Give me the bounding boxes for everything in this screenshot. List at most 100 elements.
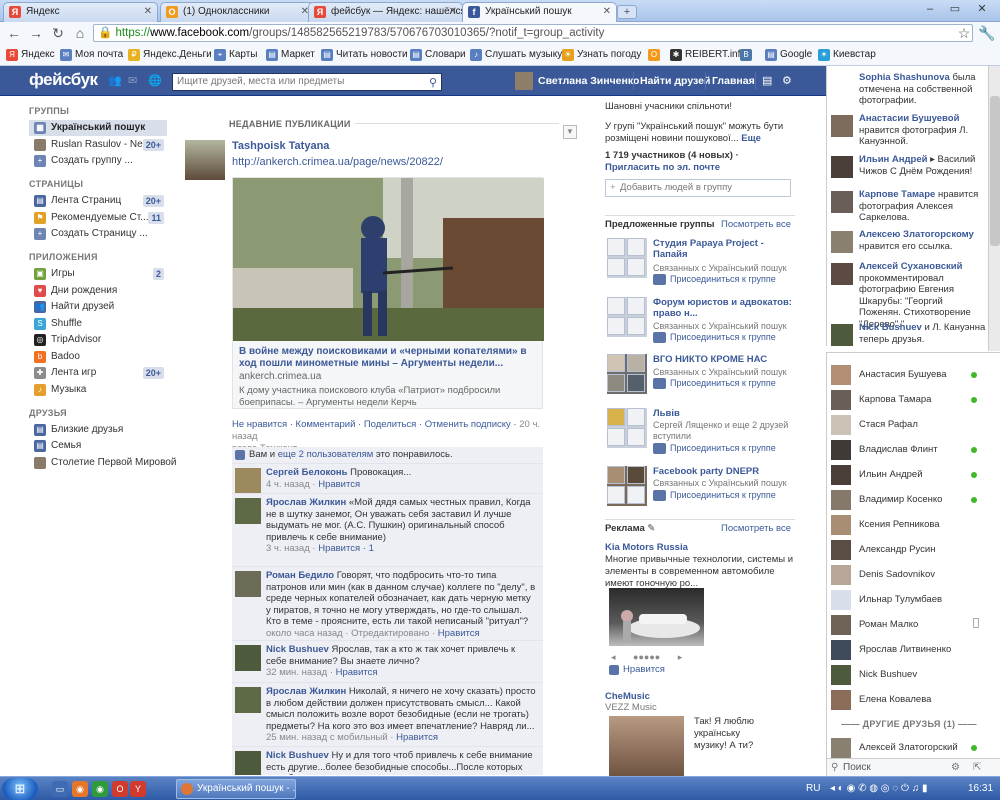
like-link[interactable]: Нравится [438, 628, 480, 639]
chat-friend[interactable]: Ярослав Литвиненко [831, 638, 991, 660]
likers-link[interactable]: еще 2 пользователям [278, 449, 374, 460]
chat-friend[interactable]: Denis Sadovnikov [831, 563, 991, 585]
bookmark-news[interactable]: ▤ Читать новости [321, 48, 408, 62]
home-icon[interactable]: ⌂ [72, 25, 88, 41]
attachment-title[interactable]: В войне между поисковиками и «черными ко… [239, 346, 539, 370]
tab-yandex-search[interactable]: Я фейсбук — Яндекс: нашёлся ✕ [308, 2, 463, 22]
chat-friend[interactable]: Роман Малко [831, 613, 991, 635]
popout-icon[interactable]: ⇱ [973, 759, 981, 776]
yandex-browser-icon[interactable]: Y [130, 781, 146, 797]
music-ad-image[interactable] [609, 716, 684, 776]
group-name[interactable]: Львів [653, 408, 793, 419]
sidebar-item-create-page[interactable]: + Создать Страницу ... [29, 226, 167, 242]
chat-friend[interactable]: Владимир Косенко [831, 488, 991, 510]
chat-friend[interactable]: Карпова Тамара [831, 388, 991, 410]
ad-title[interactable]: Kia Motors Russia [605, 542, 795, 554]
chat-friend[interactable]: Елена Ковалева [831, 688, 991, 710]
sidebar-item-find-friends[interactable]: 👥 Найти друзей [29, 299, 167, 315]
chrome-icon[interactable]: ◉ [92, 781, 108, 797]
chat-search-input[interactable]: ⚲ Поиск ⚙ ⇱ [827, 758, 1000, 776]
back-icon[interactable]: ← [6, 25, 22, 41]
search-icon[interactable]: ⚲ [429, 76, 437, 89]
bookmark-google[interactable]: ▤ Google [765, 48, 812, 62]
comment-author[interactable]: Ярослав Жилкин [266, 686, 346, 697]
messages-icon[interactable]: ✉ [128, 75, 140, 87]
bookmark-weather[interactable]: ☀ Узнать погоду [562, 48, 641, 62]
join-group-button[interactable]: Присоединиться к группе [653, 378, 776, 389]
group-thumbnail[interactable] [607, 408, 647, 448]
like-link[interactable]: Нравится [318, 543, 360, 554]
star-icon[interactable]: ☆ [956, 25, 972, 41]
chat-friend[interactable]: Александр Русин [831, 538, 991, 560]
scrollbar-thumb[interactable] [990, 96, 1000, 246]
privacy-icon[interactable]: ▤ [762, 75, 774, 87]
add-people-input[interactable]: + Добавить людей в группу [605, 179, 791, 197]
tab-ukrainian-search[interactable]: f Український пошук ✕ [462, 2, 617, 23]
gear-icon[interactable]: ⚙ [782, 75, 794, 87]
minimize-icon[interactable]: – [920, 2, 940, 16]
tray-icons[interactable]: ◂ ◐ ◉ ✆ ◍ ◎ ◌ ⏻ ♫ ▮ [830, 777, 927, 800]
group-name[interactable]: Форум юристов и адвокатов: право н... [653, 297, 793, 319]
avatar[interactable] [515, 72, 533, 90]
see-all-link[interactable]: Посмотреть все [721, 219, 791, 230]
facebook-logo[interactable]: фейсбук [29, 70, 98, 90]
group-thumbnail[interactable] [607, 238, 647, 278]
bookmark-kyivstar[interactable]: ✶ Киевстар [818, 48, 876, 62]
member-count[interactable]: 1 719 участников (4 новых) [605, 150, 733, 161]
sidebar-item-tripadvisor[interactable]: ◎ TripAdvisor [29, 332, 167, 348]
sidebar-item-wwi-centenary[interactable]: Столетие Первой Мировой [29, 455, 176, 471]
join-group-button[interactable]: Присоединиться к группе [653, 332, 776, 343]
group-name[interactable]: Студия Papaya Project - Папайя [653, 238, 793, 260]
avatar[interactable] [235, 687, 261, 713]
chat-friend[interactable]: Алексей Златогорский [831, 736, 991, 758]
post-author[interactable]: Tashpoisk Tatyana [232, 140, 329, 152]
unfollow-link[interactable]: Отменить подписку [425, 419, 511, 430]
chat-friend[interactable]: Стася Рафал [831, 413, 991, 435]
address-bar[interactable]: 🔒 https://www.facebook.com/groups/148582… [93, 24, 973, 42]
group-thumbnail[interactable] [607, 354, 647, 394]
comment-author[interactable]: Nick Bushuev [266, 750, 329, 761]
tab-odnoklassniki[interactable]: О (1) Одноклассники ✕ [160, 2, 315, 22]
chat-friend[interactable]: Анастасия Бушуева [831, 363, 991, 385]
maximize-icon[interactable]: ▭ [945, 2, 965, 16]
group-thumbnail[interactable] [607, 297, 647, 337]
see-more-link[interactable]: Еще [741, 133, 761, 144]
like-count[interactable]: · 1 [363, 543, 374, 554]
notifications-icon[interactable]: 🌐 [148, 75, 162, 87]
bookmark-dictionaries[interactable]: ▤ Словари [410, 48, 466, 62]
avatar[interactable] [235, 751, 261, 775]
comment-author[interactable]: Сергей Белоконь [266, 467, 348, 478]
sidebar-item-shuffle[interactable]: S Shuffle [29, 316, 167, 332]
sidebar-item-close-friends[interactable]: ▤ Близкие друзья [29, 422, 167, 438]
chat-friend[interactable]: Владислав Флинт [831, 438, 991, 460]
sidebar-item-games[interactable]: ▣ Игры 2 [29, 266, 167, 282]
chat-friend[interactable]: Ильин Андрей [831, 463, 991, 485]
sidebar-item-family[interactable]: ▤ Семья [29, 438, 167, 454]
new-tab-button[interactable]: + [617, 5, 637, 19]
home-link[interactable]: Главная [712, 75, 755, 87]
close-icon[interactable]: ✕ [603, 3, 611, 21]
sidebar-item-badoo[interactable]: b Badoo [29, 349, 167, 365]
comment-link[interactable]: Комментарий [296, 419, 356, 430]
reload-icon[interactable]: ↻ [50, 25, 66, 41]
sidebar-item-pages-feed[interactable]: ▤ Лента Страниц 20+ [29, 193, 167, 209]
gear-icon[interactable]: ⚙ [951, 759, 960, 776]
close-window-icon[interactable]: ✕ [972, 2, 992, 16]
avatar[interactable] [235, 498, 261, 524]
like-link[interactable]: Нравится [396, 732, 438, 743]
join-group-button[interactable]: Присоединиться к группе [653, 274, 776, 285]
sidebar-item-music[interactable]: ♪ Музыка [29, 382, 167, 398]
group-name[interactable]: Facebook party DNEPR [653, 466, 793, 477]
group-name[interactable]: ВГО НИКТО КРОМЕ НАС [653, 354, 793, 365]
join-group-button[interactable]: Присоединиться к группе [653, 490, 776, 501]
forward-icon[interactable]: → [28, 25, 44, 41]
chevron-down-icon[interactable]: ▼ [563, 125, 577, 139]
share-link[interactable]: Поделиться [364, 419, 416, 430]
clock[interactable]: 16:31 [968, 777, 993, 800]
close-icon[interactable]: ✕ [449, 3, 457, 21]
chat-friend[interactable]: Ксения Репникова [831, 513, 991, 535]
like-link[interactable]: Нравится [336, 667, 378, 678]
link-attachment[interactable]: В войне между поисковиками и «черными ко… [232, 177, 544, 409]
edit-icon[interactable]: ✎ [647, 523, 655, 534]
sidebar-item-games-feed[interactable]: ✚ Лента игр 20+ [29, 365, 167, 381]
